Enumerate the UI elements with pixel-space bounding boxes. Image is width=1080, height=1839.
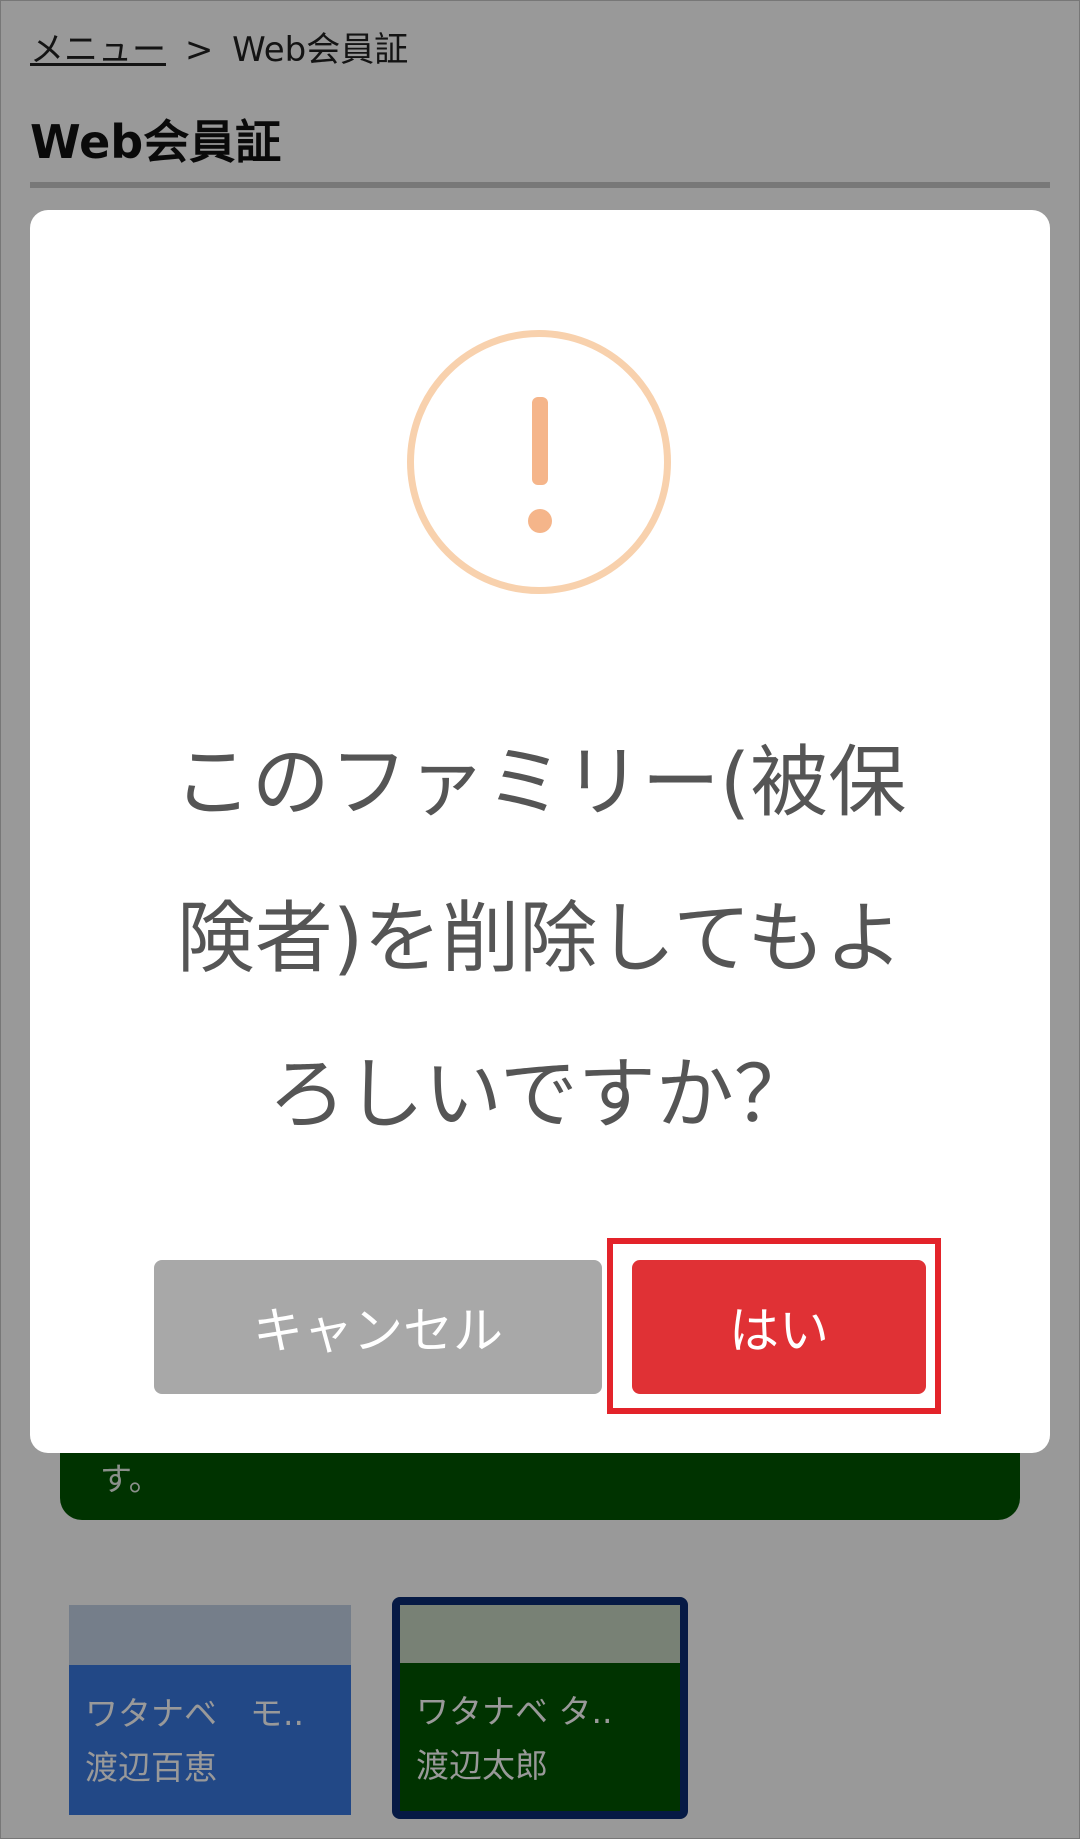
confirm-dialog: このファミリー(被保 険者)を削除してもよ ろしいですか？ キャンセル はい [30, 210, 1050, 1453]
exclamation-bar [532, 397, 548, 485]
dialog-message-line: ろしいですか？ [268, 1050, 812, 1140]
exclamation-warning-icon [407, 330, 671, 594]
dialog-message-line: 険者)を削除してもよ [176, 894, 904, 984]
exclamation-dot [528, 509, 552, 533]
cancel-button[interactable]: キャンセル [154, 1260, 602, 1394]
dialog-message-line: このファミリー(被保 [173, 738, 907, 828]
dialog-message: このファミリー(被保 険者)を削除してもよ ろしいですか？ [110, 705, 970, 1173]
highlight-box [607, 1238, 941, 1414]
